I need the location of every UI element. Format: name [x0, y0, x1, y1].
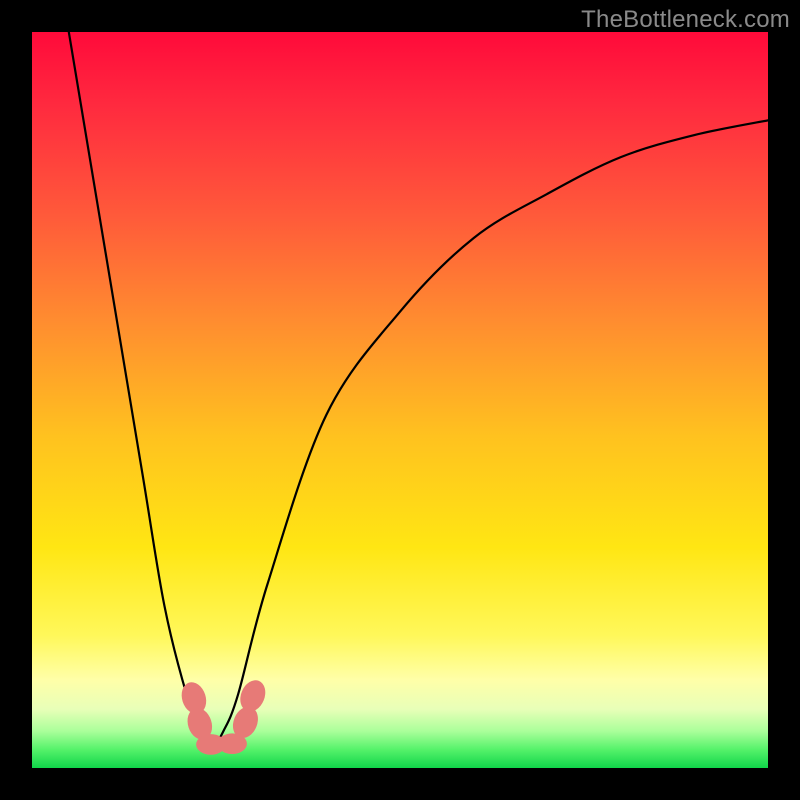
chart-frame: TheBottleneck.com [0, 0, 800, 800]
marker-group [178, 676, 270, 754]
curve-layer [32, 32, 768, 768]
watermark-text: TheBottleneck.com [581, 6, 790, 34]
bottleneck-curve [69, 32, 768, 746]
plot-area [32, 32, 768, 768]
